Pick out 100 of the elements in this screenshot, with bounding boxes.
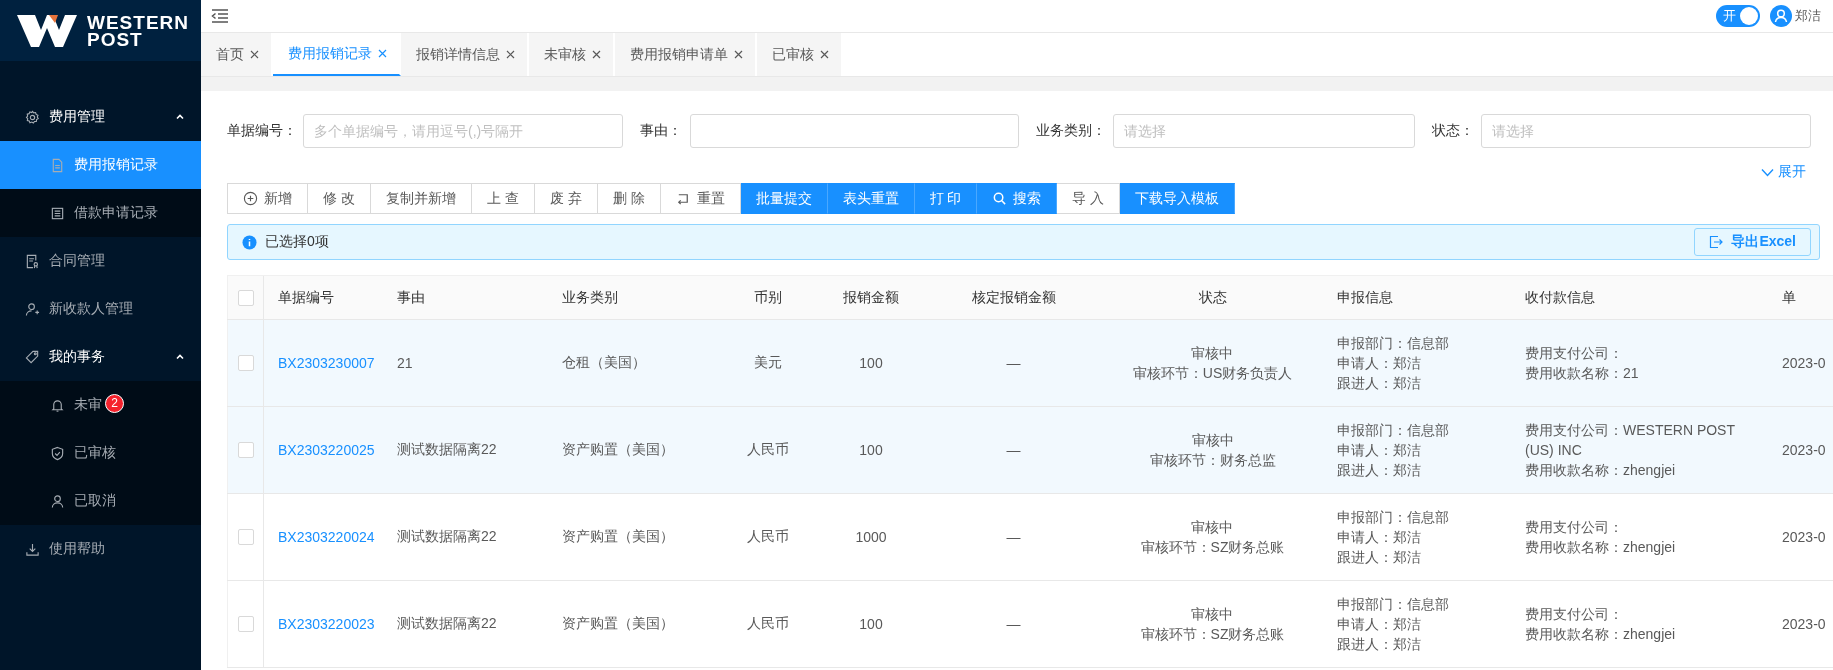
table-cell: 仓租（美国）	[562, 354, 646, 372]
table-cell: 2023-0	[1782, 355, 1826, 371]
info-line: 申请人：郑洁	[1337, 441, 1422, 460]
checkbox[interactable]	[237, 355, 254, 371]
column-header: 状态	[1198, 288, 1227, 307]
menu-item[interactable]: 已审核	[0, 429, 201, 477]
status-text: 审核中	[1191, 431, 1234, 450]
toolbar-button[interactable]: 修 改	[308, 183, 371, 214]
info-line: 申报部门：信息部	[1337, 421, 1449, 440]
close-icon[interactable]	[592, 50, 601, 59]
field-label: 业务类别：	[1036, 122, 1107, 140]
caret-icon	[175, 112, 185, 122]
stage-text: 审核环节：SZ财务总账	[1140, 538, 1285, 557]
menu-item[interactable]: 未审 2	[0, 381, 201, 429]
column-header: 币别	[753, 288, 782, 307]
field-label: 事由：	[640, 122, 683, 140]
info-line: 跟进人：郑洁	[1337, 635, 1422, 654]
table-cell: 测试数据隔离22	[397, 615, 497, 633]
checkbox[interactable]	[237, 442, 254, 458]
info-line: 费用收款名称：21	[1525, 364, 1639, 383]
column-header: 收付款信息	[1525, 288, 1595, 307]
info-line: 费用支付公司：	[1525, 605, 1624, 624]
checkbox[interactable]	[237, 529, 254, 545]
user-plus-icon	[25, 301, 40, 317]
tab[interactable]: 首页	[201, 33, 273, 76]
close-icon[interactable]	[820, 50, 829, 59]
info-line: 费用收款名称：zhengjei	[1525, 538, 1676, 557]
table-cell: 美元	[753, 354, 782, 372]
export-icon	[1709, 235, 1724, 249]
column-header: 单据编号	[278, 288, 334, 307]
avatar-icon[interactable]	[1770, 5, 1792, 27]
alert-text: 已选择0项	[265, 233, 329, 251]
checkbox[interactable]	[237, 289, 254, 306]
close-icon[interactable]	[506, 50, 515, 59]
stage-text: 审核环节：US财务负责人	[1132, 364, 1293, 383]
table-cell: 1000	[855, 529, 887, 545]
stage-text: 审核环节：财务总监	[1149, 451, 1276, 470]
column-header: 申报信息	[1337, 288, 1393, 307]
caret-icon	[175, 352, 185, 362]
tag-icon	[25, 349, 40, 365]
column-header: 核定报销金额	[971, 288, 1056, 307]
tab[interactable]: 费用报销申请单	[615, 33, 757, 76]
info-line: 跟进人：郑洁	[1337, 374, 1422, 393]
menu-icon[interactable]	[211, 8, 229, 24]
input-field[interactable]	[690, 114, 1019, 148]
menu-item[interactable]: 借款申请记录	[0, 189, 201, 237]
count-badge: 2	[105, 393, 124, 413]
info-line: 费用支付公司：	[1525, 518, 1624, 537]
chevron-down-icon	[1761, 167, 1774, 177]
input-field[interactable]: 请选择	[1481, 114, 1811, 148]
close-icon[interactable]	[378, 49, 387, 58]
menu-item[interactable]: 合同管理	[0, 237, 201, 285]
column-header: 报销金额	[843, 288, 899, 307]
menu-group[interactable]: 费用管理	[0, 93, 201, 141]
table-cell: 人民币	[746, 441, 789, 459]
tab[interactable]: 未审核	[529, 33, 615, 76]
toolbar-button[interactable]: 导 入	[1057, 183, 1121, 214]
input-field[interactable]: 请选择	[1113, 114, 1415, 148]
checkbox[interactable]	[237, 616, 254, 632]
table-cell: 测试数据隔离22	[397, 441, 497, 459]
input-field[interactable]: 多个单据编号，请用逗号(,)号隔开	[303, 114, 623, 148]
info-line: 申报部门：信息部	[1337, 595, 1449, 614]
contract-icon	[25, 253, 40, 269]
info-line: 费用支付公司：WESTERN POST (US) INC	[1525, 421, 1736, 460]
column-header: 业务类别	[562, 288, 618, 307]
gear-icon	[25, 109, 40, 125]
table-cell: 资产购置（美国）	[562, 441, 674, 459]
status-text: 审核中	[1191, 344, 1234, 363]
document-icon	[50, 157, 65, 173]
column-header: 单	[1782, 288, 1796, 307]
tab[interactable]: 已审核	[757, 33, 843, 76]
toolbar-button[interactable]: 废 弃	[534, 183, 598, 214]
table-cell: 21	[397, 355, 413, 371]
toolbar-button[interactable]: 复制并新增	[370, 183, 472, 214]
info-line: 申请人：郑洁	[1337, 615, 1422, 634]
shield-icon	[50, 445, 65, 461]
table-cell: —	[1006, 616, 1021, 632]
field-label: 单据编号：	[227, 122, 298, 140]
table-cell: 2023-0	[1782, 616, 1826, 632]
info-line: 费用支付公司：	[1525, 344, 1624, 363]
menu-item[interactable]: 已取消	[0, 477, 201, 525]
plus-circle-icon	[243, 191, 258, 206]
menu-item[interactable]: 新收款人管理	[0, 285, 201, 333]
tab[interactable]: 报销详情信息	[401, 33, 529, 76]
column-header: 事由	[397, 288, 425, 307]
close-icon[interactable]	[250, 50, 259, 59]
menu-group[interactable]: 我的事务	[0, 333, 201, 381]
table-cell: 2023-0	[1782, 529, 1826, 545]
table-cell: 2023-0	[1782, 442, 1826, 458]
toolbar-button[interactable]: 删 除	[597, 183, 661, 214]
user-name[interactable]: 郑洁	[1795, 7, 1821, 25]
toolbar-button[interactable]: 新增	[227, 183, 308, 214]
menu-item[interactable]: 使用帮助	[0, 525, 201, 573]
toolbar-button[interactable]: 重置	[660, 183, 741, 214]
close-icon[interactable]	[734, 50, 743, 59]
field-label: 状态：	[1432, 122, 1475, 140]
table-cell: 测试数据隔离22	[397, 528, 497, 546]
toolbar-button[interactable]: 上 查	[471, 183, 535, 214]
info-line: 申报部门：信息部	[1337, 508, 1449, 527]
status-text: 审核中	[1191, 605, 1234, 624]
